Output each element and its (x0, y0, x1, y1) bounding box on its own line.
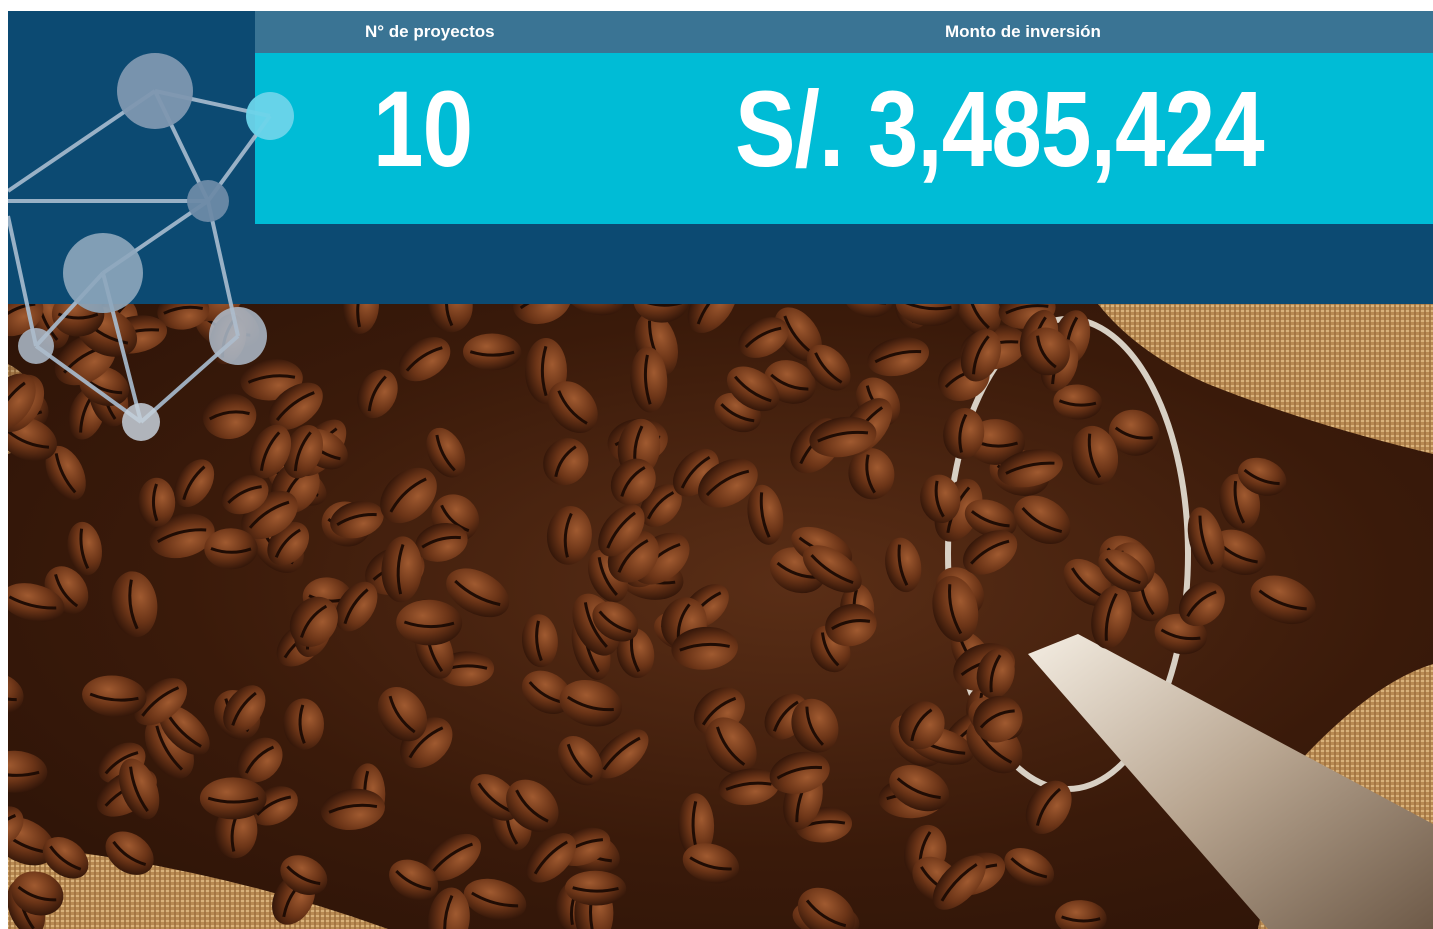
project-count-label: N° de proyectos (365, 22, 495, 41)
infographic: N° de proyectos Monto de inversión 10 S/… (8, 11, 1433, 929)
investment-amount-value: S/. 3,485,424 (735, 68, 1265, 189)
stats-values: 10 S/. 3,485,424 (255, 53, 1433, 224)
investment-amount-label: Monto de inversión (945, 22, 1101, 41)
molecule-network-icon (8, 53, 294, 441)
project-count-value: 10 (373, 68, 473, 189)
stats-header: N° de proyectos Monto de inversión (255, 11, 1433, 53)
